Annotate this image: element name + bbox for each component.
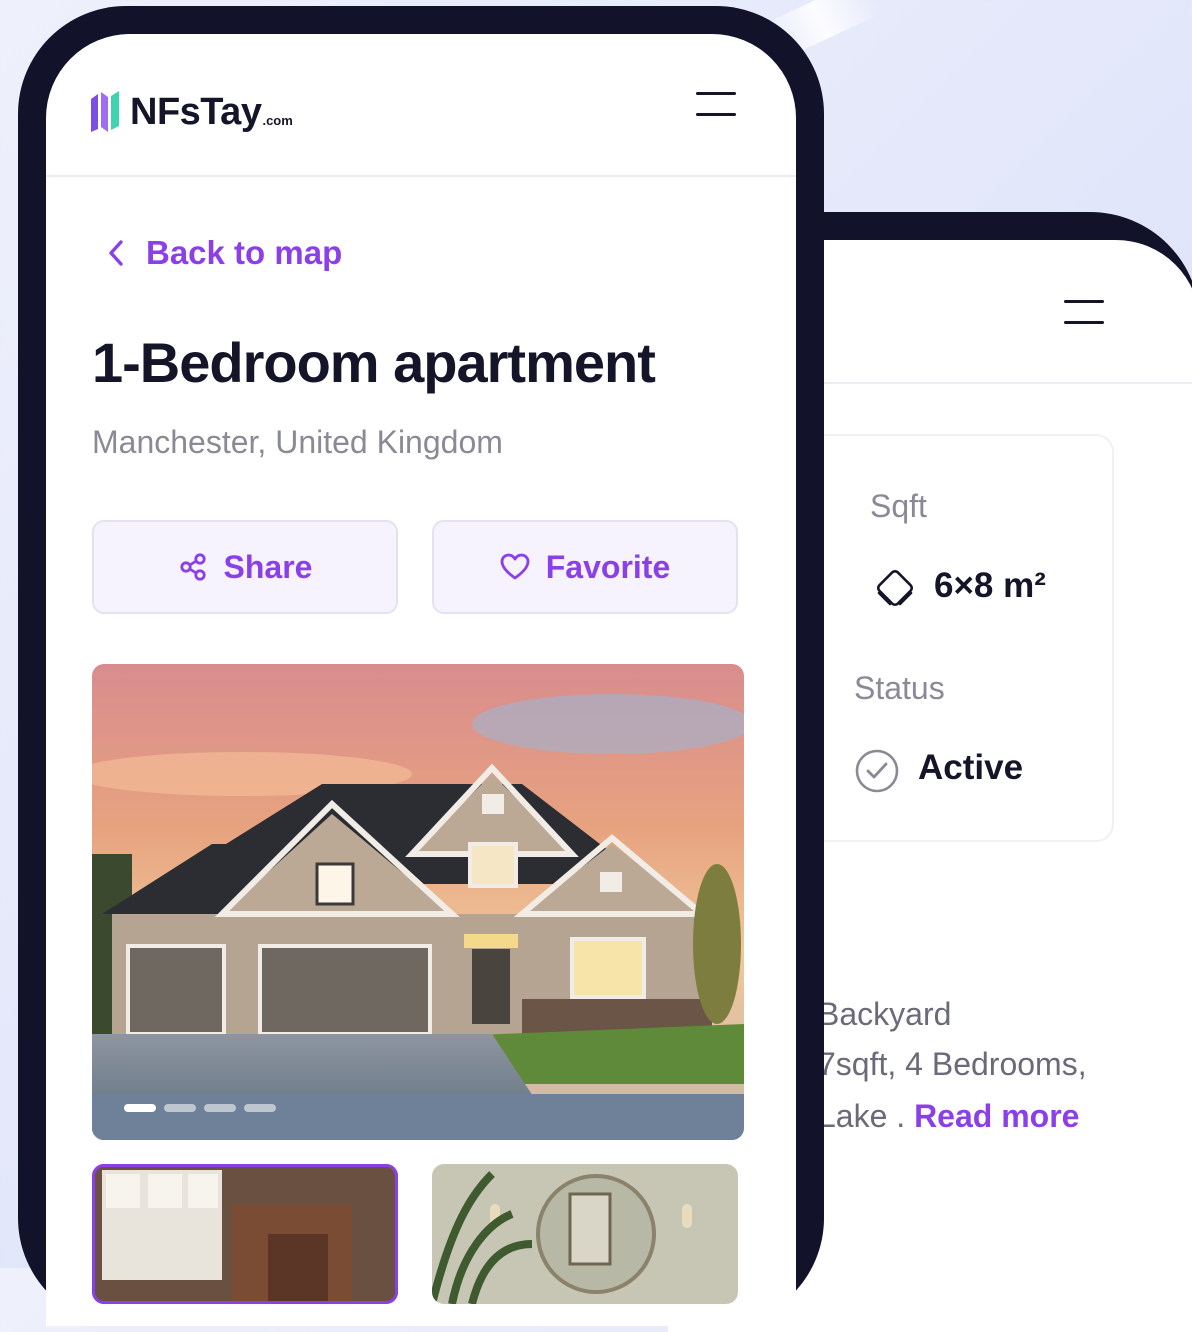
- primary-phone-frame: NFsTay .com Back to map 1-Bedroom apartm…: [18, 6, 824, 1326]
- description-line: 7sqft, 4 Bedrooms,: [818, 1046, 1087, 1082]
- back-to-map-link[interactable]: Back to map: [108, 234, 342, 272]
- main-photo-carousel[interactable]: [92, 664, 744, 1140]
- share-button[interactable]: Share: [92, 520, 398, 614]
- chevron-left-icon: [109, 240, 123, 266]
- menu-icon[interactable]: [696, 92, 736, 116]
- sqft-label: Sqft: [870, 488, 927, 524]
- description-line: Backyard: [818, 996, 952, 1032]
- carousel-indicators: [124, 1104, 276, 1112]
- carousel-dot[interactable]: [244, 1104, 276, 1112]
- favorite-label: Favorite: [545, 548, 671, 585]
- page-title: 1-Bedroom apartment: [92, 331, 656, 394]
- status-value: Active: [918, 748, 1024, 787]
- heart-icon: [500, 553, 530, 580]
- interior-photo: [92, 1164, 398, 1304]
- check-circle-icon: [855, 749, 899, 793]
- favorite-button[interactable]: Favorite: [432, 520, 738, 614]
- brand-logo[interactable]: NFsTay .com: [90, 90, 293, 134]
- listing-location: Manchester, United Kingdom: [92, 424, 503, 460]
- carousel-dot[interactable]: [124, 1104, 156, 1112]
- share-icon: [179, 553, 206, 581]
- carousel-dot[interactable]: [204, 1104, 236, 1112]
- description-line: Lake . Read more: [818, 1098, 1079, 1135]
- sqft-value: 6×8 m²: [934, 566, 1046, 605]
- logo-icon: [91, 91, 119, 132]
- carousel-dot[interactable]: [164, 1104, 196, 1112]
- read-more-link[interactable]: Read more: [914, 1098, 1079, 1134]
- status-label: Status: [854, 670, 945, 706]
- gallery-thumbnail[interactable]: [432, 1164, 738, 1304]
- top-bar: NFsTay .com: [46, 34, 796, 177]
- brand-name: NFsTay: [130, 91, 262, 133]
- share-label: Share: [223, 548, 313, 585]
- description-text: Lake .: [818, 1098, 906, 1134]
- brand-tld: .com: [262, 113, 293, 128]
- menu-icon[interactable]: [1064, 300, 1104, 324]
- primary-phone-screen: NFsTay .com Back to map 1-Bedroom apartm…: [46, 34, 796, 1326]
- bathroom-photo: [432, 1164, 738, 1304]
- gallery-thumbnail[interactable]: [92, 1164, 398, 1304]
- area-icon: [876, 569, 914, 607]
- house-photo: [92, 664, 744, 1140]
- back-label: Back to map: [146, 234, 343, 271]
